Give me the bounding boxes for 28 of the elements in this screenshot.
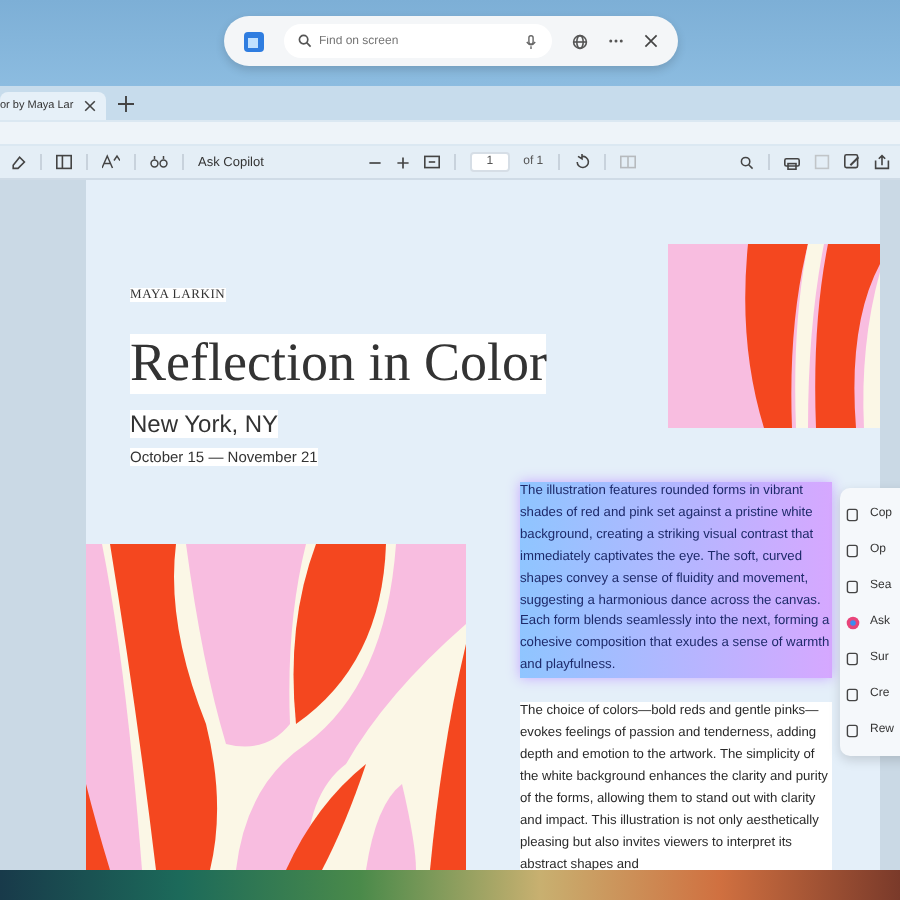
menu-item-icon [846, 723, 860, 737]
search-icon [297, 34, 311, 48]
fit-page-icon[interactable] [424, 154, 441, 170]
menu-item-icon [846, 507, 860, 521]
location-text: New York, NY [130, 409, 279, 438]
search-icon[interactable] [740, 155, 755, 169]
menu-item-icon [846, 579, 860, 593]
zoom-in-icon[interactable] [396, 155, 411, 169]
glasses-icon[interactable] [150, 154, 168, 170]
app-icon[interactable] [243, 31, 263, 51]
print-icon[interactable] [784, 154, 801, 170]
share-icon[interactable] [874, 154, 891, 170]
menu-item-icon [846, 651, 860, 665]
menu-item-icon [846, 543, 860, 557]
draw-icon[interactable] [844, 154, 861, 170]
panel-icon[interactable] [56, 154, 72, 170]
close-icon[interactable] [83, 100, 96, 112]
menu-item-icon [846, 615, 860, 629]
close-icon[interactable] [643, 34, 657, 48]
menu-item-icon [846, 687, 860, 701]
document-title: Reflection in Color [130, 334, 547, 394]
text-size-icon[interactable] [102, 154, 120, 170]
new-tab-icon[interactable] [117, 95, 134, 111]
globe-icon[interactable] [571, 33, 587, 49]
eraser-icon[interactable] [10, 154, 26, 170]
microphone-icon[interactable] [523, 33, 537, 49]
rotate-icon[interactable] [573, 154, 590, 170]
more-icon[interactable] [607, 38, 623, 44]
